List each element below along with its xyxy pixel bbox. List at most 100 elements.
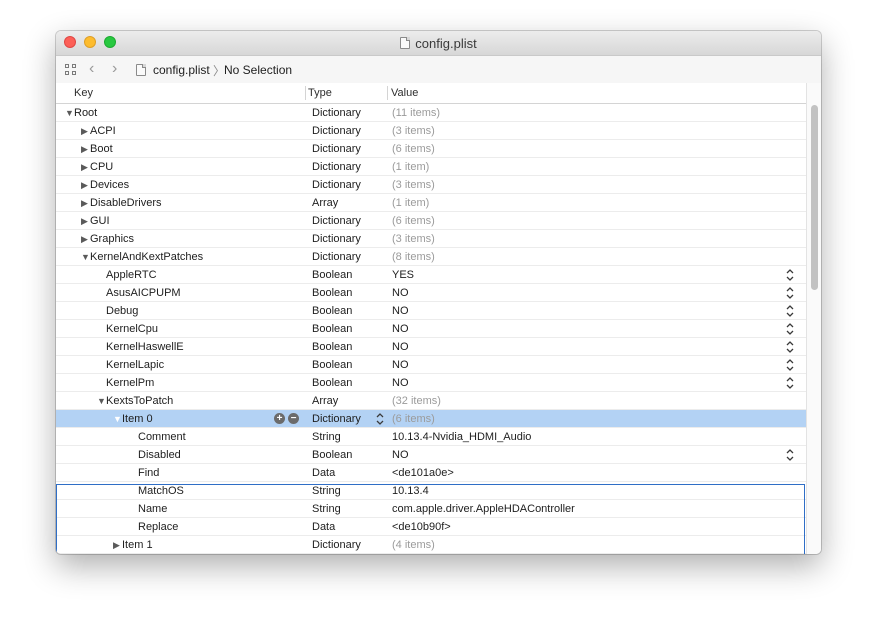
row-type[interactable]: Boolean — [312, 302, 352, 320]
row-type[interactable]: Boolean — [312, 374, 352, 392]
row-type[interactable]: Boolean — [312, 338, 352, 356]
column-divider[interactable] — [387, 86, 388, 100]
row-value[interactable]: (1 item) — [392, 194, 429, 212]
disclosure-collapsed-icon[interactable]: ▶ — [113, 536, 122, 554]
outline-row[interactable]: ▶ Graphics Dictionary (3 items) — [56, 230, 806, 248]
outline-row[interactable]: ▶ GUI Dictionary (6 items) — [56, 212, 806, 230]
row-value[interactable]: com.apple.driver.AppleHDAController — [392, 500, 575, 518]
outline-row[interactable]: ▶ Item 1 Dictionary (4 items) — [56, 536, 806, 554]
column-value-header[interactable]: Value — [391, 83, 418, 103]
scrollbar-thumb[interactable] — [811, 105, 818, 290]
row-value[interactable]: (6 items) — [392, 410, 435, 428]
outline-row[interactable]: MatchOS String 10.13.4 — [56, 482, 806, 500]
related-items-grid-icon[interactable] — [65, 64, 77, 76]
disclosure-expanded-icon[interactable]: ▼ — [81, 248, 90, 266]
outline-row[interactable]: Comment String 10.13.4-Nvidia_HDMI_Audio — [56, 428, 806, 446]
disclosure-collapsed-icon[interactable]: ▶ — [81, 230, 90, 248]
row-type[interactable]: Dictionary — [312, 176, 361, 194]
boolean-stepper-icon[interactable] — [785, 322, 795, 336]
row-type[interactable]: Boolean — [312, 446, 352, 464]
row-value[interactable]: <de101a0e> — [392, 464, 454, 482]
row-type[interactable]: Dictionary — [312, 248, 361, 266]
row-type[interactable]: Array — [312, 392, 338, 410]
outline-row[interactable]: ▶ CPU Dictionary (1 item) — [56, 158, 806, 176]
boolean-stepper-icon[interactable] — [785, 268, 795, 282]
remove-item-icon[interactable]: − — [288, 413, 299, 424]
row-value[interactable]: NO — [392, 284, 409, 302]
row-type[interactable]: Dictionary — [312, 230, 361, 248]
row-type[interactable]: String — [312, 428, 341, 446]
jumpbar-selection[interactable]: No Selection — [224, 63, 292, 77]
row-value[interactable]: (1 item) — [392, 158, 429, 176]
boolean-stepper-icon[interactable] — [785, 286, 795, 300]
row-value[interactable]: NO — [392, 356, 409, 374]
row-value[interactable]: <de10b90f> — [392, 518, 451, 536]
boolean-stepper-icon[interactable] — [785, 448, 795, 462]
row-type[interactable]: Dictionary — [312, 212, 361, 230]
row-type[interactable]: String — [312, 482, 341, 500]
disclosure-expanded-icon[interactable]: ▼ — [113, 410, 122, 428]
row-value[interactable]: 10.13.4 — [392, 482, 429, 500]
row-type[interactable]: Dictionary — [312, 140, 361, 158]
type-popup-stepper-icon[interactable] — [375, 412, 385, 426]
row-value[interactable]: (8 items) — [392, 248, 435, 266]
outline-row[interactable]: ▼KextsToPatch Array (32 items) — [56, 392, 806, 410]
jumpbar-file[interactable]: config.plist — [153, 63, 210, 77]
row-type[interactable]: Dictionary — [312, 536, 361, 554]
row-value[interactable]: NO — [392, 302, 409, 320]
outline-row[interactable]: ▼KernelAndKextPatches Dictionary (8 items) — [56, 248, 806, 266]
outline-row[interactable]: ▼Item 0 + − Dictionary (6 items) — [56, 410, 806, 428]
row-type[interactable]: Dictionary — [312, 158, 361, 176]
disclosure-collapsed-icon[interactable]: ▶ — [81, 122, 90, 140]
row-type[interactable]: Array — [312, 194, 338, 212]
disclosure-collapsed-icon[interactable]: ▶ — [81, 194, 90, 212]
row-type[interactable]: String — [312, 500, 341, 518]
row-type[interactable]: Dictionary — [312, 104, 361, 122]
disclosure-collapsed-icon[interactable]: ▶ — [81, 212, 90, 230]
disclosure-collapsed-icon[interactable]: ▶ — [81, 158, 90, 176]
disclosure-expanded-icon[interactable]: ▼ — [65, 104, 74, 122]
outline-row[interactable]: Name String com.apple.driver.AppleHDAContr… — [56, 500, 806, 518]
row-type[interactable]: Dictionary — [312, 122, 361, 140]
row-type[interactable]: Data — [312, 518, 335, 536]
row-type[interactable]: Boolean — [312, 284, 352, 302]
back-arrow-icon[interactable]: ‹ — [89, 61, 94, 77]
outline-row[interactable]: KernelLapic Boolean NO — [56, 356, 806, 374]
disclosure-collapsed-icon[interactable]: ▶ — [81, 176, 90, 194]
outline-row[interactable]: Replace Data <de10b90f> — [56, 518, 806, 536]
forward-arrow-icon[interactable]: › — [112, 61, 117, 77]
row-value[interactable]: (6 items) — [392, 140, 435, 158]
row-value[interactable]: YES — [392, 266, 414, 284]
outline-row[interactable]: KernelCpu Boolean NO — [56, 320, 806, 338]
outline-row[interactable]: KernelPm Boolean NO — [56, 374, 806, 392]
row-value[interactable]: (3 items) — [392, 122, 435, 140]
row-type[interactable]: Boolean — [312, 266, 352, 284]
vertical-scrollbar[interactable] — [806, 83, 821, 554]
row-type[interactable]: Boolean — [312, 356, 352, 374]
row-value[interactable]: 10.13.4-Nvidia_HDMI_Audio — [392, 428, 531, 446]
row-value[interactable]: (6 items) — [392, 212, 435, 230]
row-type[interactable]: Dictionary — [312, 410, 361, 428]
column-divider[interactable] — [305, 86, 306, 100]
row-type[interactable]: Data — [312, 464, 335, 482]
boolean-stepper-icon[interactable] — [785, 358, 795, 372]
add-item-icon[interactable]: + — [274, 413, 285, 424]
column-key-header[interactable]: Key — [74, 83, 93, 103]
outline-row[interactable]: ▼Root Dictionary (11 items) — [56, 104, 806, 122]
outline-row[interactable]: ▶ Devices Dictionary (3 items) — [56, 176, 806, 194]
row-value[interactable]: NO — [392, 320, 409, 338]
outline-row[interactable]: ▶ Boot Dictionary (6 items) — [56, 140, 806, 158]
outline-row[interactable]: Debug Boolean NO — [56, 302, 806, 320]
outline-row[interactable]: KernelHaswellE Boolean NO — [56, 338, 806, 356]
row-value[interactable]: NO — [392, 446, 409, 464]
boolean-stepper-icon[interactable] — [785, 340, 795, 354]
boolean-stepper-icon[interactable] — [785, 304, 795, 318]
boolean-stepper-icon[interactable] — [785, 376, 795, 390]
row-type[interactable]: Boolean — [312, 320, 352, 338]
outline-row[interactable]: AppleRTC Boolean YES — [56, 266, 806, 284]
row-value[interactable]: (32 items) — [392, 392, 441, 410]
row-value[interactable]: NO — [392, 338, 409, 356]
outline-row[interactable]: Disabled Boolean NO — [56, 446, 806, 464]
row-value[interactable]: (4 items) — [392, 536, 435, 554]
outline-row[interactable]: ▶ DisableDrivers Array (1 item) — [56, 194, 806, 212]
